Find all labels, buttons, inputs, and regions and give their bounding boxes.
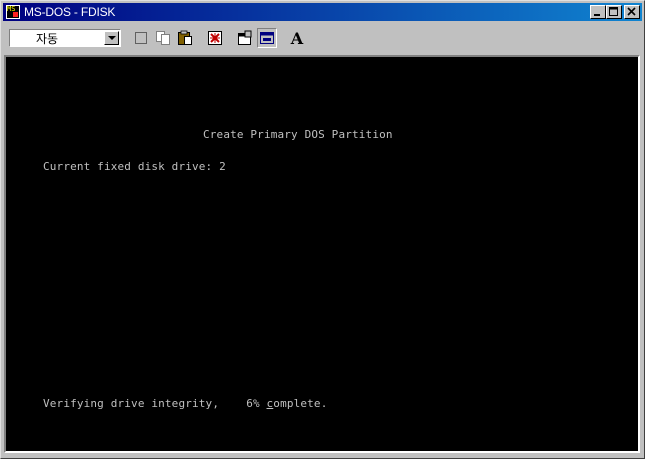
font-size-select[interactable]: 자동 xyxy=(9,29,121,47)
maximize-icon xyxy=(609,7,618,16)
properties-icon xyxy=(238,30,252,45)
properties-button[interactable] xyxy=(235,28,255,48)
console-area[interactable]: Create Primary DOS Partition Current fix… xyxy=(8,57,638,451)
font-size-value: 자동 xyxy=(36,31,59,46)
background-icon xyxy=(260,32,274,44)
paste-button[interactable] xyxy=(175,28,195,48)
partition-heading: Create Primary DOS Partition xyxy=(203,128,393,141)
close-button[interactable] xyxy=(624,5,640,19)
maximize-button[interactable] xyxy=(606,5,622,19)
background-button[interactable] xyxy=(257,28,277,48)
status-prefix: Verifying drive integrity, xyxy=(43,397,220,410)
status-suffix: omplete. xyxy=(273,397,328,410)
font-button[interactable]: A xyxy=(287,28,307,48)
ms-dos-window: MS MS-DOS - FDISK 자동 A Create Primary DO… xyxy=(0,0,645,459)
font-icon: A xyxy=(290,28,304,48)
window-title: MS-DOS - FDISK xyxy=(24,5,116,19)
minimize-icon xyxy=(594,14,600,16)
window-controls xyxy=(590,5,640,19)
title-bar[interactable]: MS MS-DOS - FDISK xyxy=(3,3,642,21)
mark-icon xyxy=(135,32,147,44)
copy-button[interactable] xyxy=(153,28,173,48)
chevron-down-icon[interactable] xyxy=(104,31,119,45)
verify-status-line: Verifying drive integrity, 6% complete. xyxy=(43,397,327,410)
close-icon xyxy=(627,7,636,16)
paste-icon xyxy=(178,30,192,45)
minimize-button[interactable] xyxy=(590,5,606,19)
current-drive-line: Current fixed disk drive: 2 xyxy=(43,160,226,173)
toolbar: 자동 A xyxy=(3,23,642,53)
mark-button[interactable] xyxy=(131,28,151,48)
ms-dos-icon[interactable]: MS xyxy=(6,5,20,19)
fullscreen-icon xyxy=(208,31,222,45)
console-frame: Create Primary DOS Partition Current fix… xyxy=(4,55,640,453)
fullscreen-button[interactable] xyxy=(205,28,225,48)
copy-icon xyxy=(156,31,170,45)
percent-value: 6% xyxy=(246,397,260,410)
